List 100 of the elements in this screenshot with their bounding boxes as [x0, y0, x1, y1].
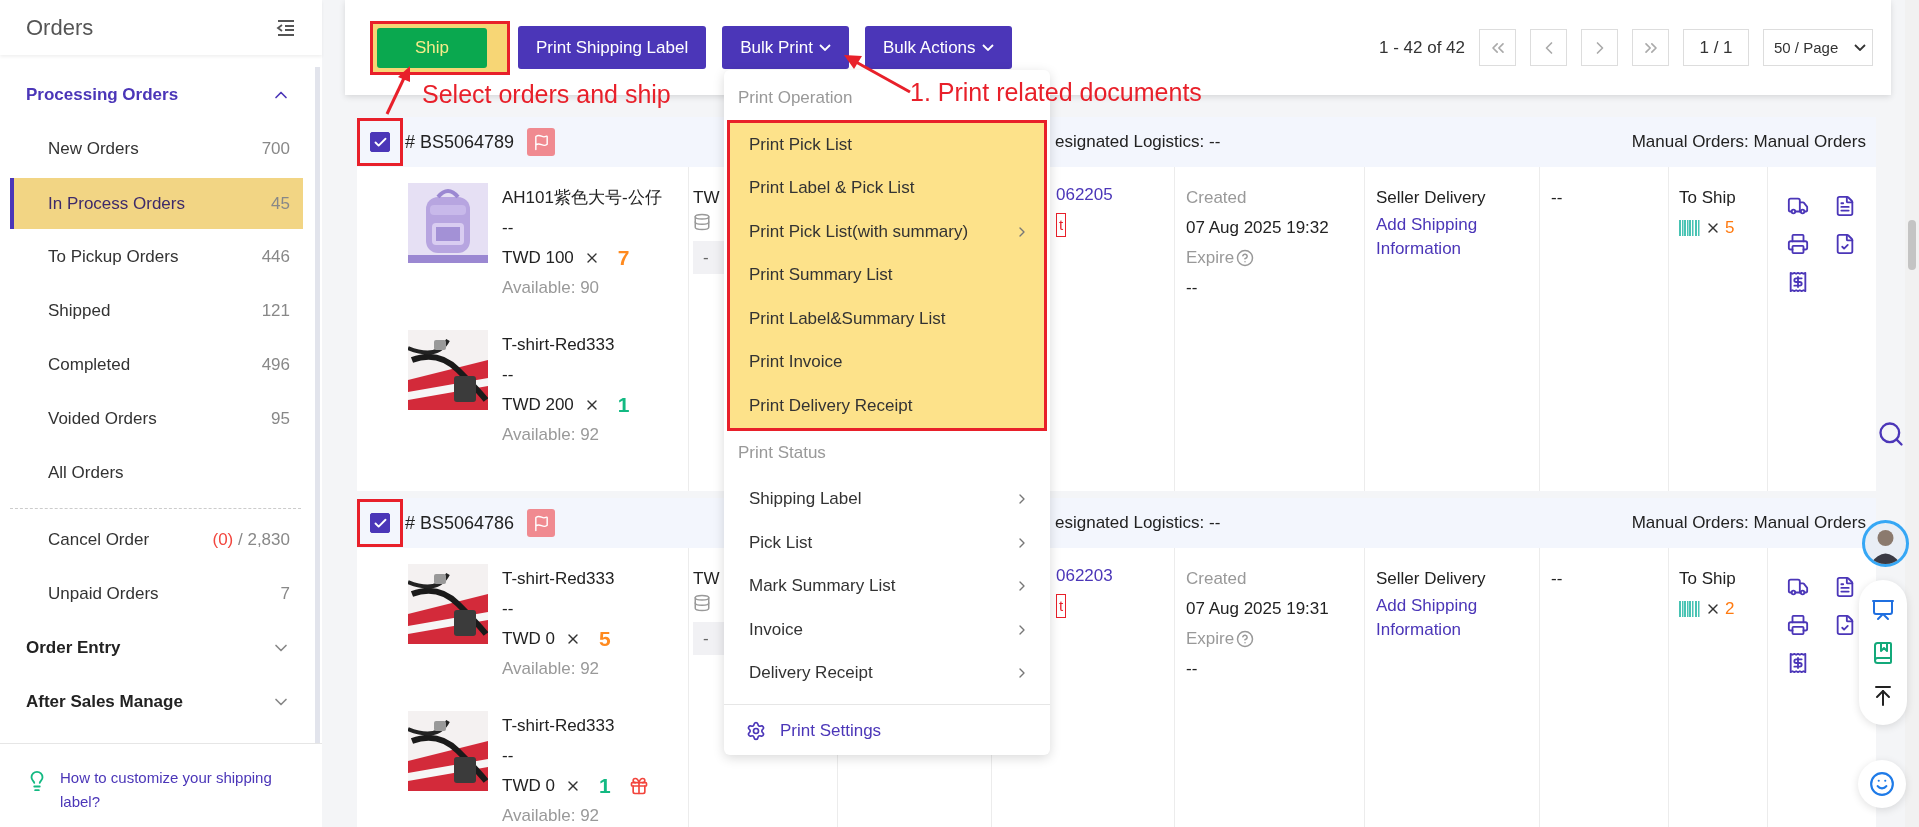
menu-item[interactable]: Mark Summary List: [730, 564, 1044, 608]
menu-item[interactable]: Shipping Label: [730, 477, 1044, 521]
chat-button[interactable]: [1858, 760, 1906, 808]
sidebar-item[interactable]: Voided Orders 95: [14, 392, 303, 446]
unit-count: 5: [1725, 217, 1735, 239]
checkbox[interactable]: [370, 132, 390, 152]
product-variant: --: [502, 217, 515, 239]
menu-item[interactable]: Print Pick List: [730, 123, 1044, 167]
reference-link[interactable]: 062205: [1056, 183, 1113, 207]
smiley-icon: [1869, 771, 1895, 797]
page-field[interactable]: 1 / 1: [1683, 29, 1749, 66]
status-tag: t: [1056, 594, 1067, 618]
reference-link[interactable]: 062203: [1056, 564, 1113, 588]
quantity: 5: [598, 626, 611, 652]
receipt-icon[interactable]: [1787, 271, 1809, 293]
menu-item[interactable]: Print Invoice: [730, 340, 1044, 384]
annotation-text: Select orders and ship: [422, 80, 671, 109]
menu-item[interactable]: Delivery Receipt: [730, 651, 1044, 695]
menu-item[interactable]: Pick List: [730, 521, 1044, 565]
order-number: # BS5064789: [405, 131, 516, 153]
available-stock: Available: 92: [502, 424, 601, 446]
sidebar-item[interactable]: Cancel Order (0) / 2,830: [14, 513, 303, 567]
expire-value: --: [1186, 658, 1198, 680]
sidebar-section[interactable]: Order Entry: [0, 621, 315, 675]
add-shipping-link[interactable]: Add Shipping Information: [1376, 594, 1539, 642]
page-size-select[interactable]: 50 / Page: [1763, 29, 1873, 66]
toolbar-button[interactable]: Print Shipping Label: [518, 26, 707, 69]
quantity: 1: [598, 773, 611, 799]
help-icon[interactable]: [1236, 630, 1255, 648]
product-variant: --: [502, 598, 515, 620]
menu-heading: Print Status: [738, 442, 826, 463]
product-price: TWD 100: [502, 247, 574, 269]
printer-icon[interactable]: [1787, 614, 1809, 636]
logistics-text: esignated Logistics: --: [1055, 513, 1221, 533]
shipping-method: Seller Delivery: [1376, 187, 1486, 209]
menu-item[interactable]: Print Label & Pick List: [730, 166, 1044, 210]
truck-icon[interactable]: [1787, 576, 1809, 598]
database-icon: [693, 213, 711, 231]
sidebar-item[interactable]: Shipped 121: [14, 284, 303, 338]
order-source: Manual Orders: Manual Orders: [1631, 513, 1867, 533]
sidebar-item[interactable]: Completed 496: [14, 338, 303, 392]
add-shipping-link[interactable]: Add Shipping Information: [1376, 213, 1539, 261]
help-icon[interactable]: [1236, 249, 1255, 267]
barcode-icon: [1679, 601, 1701, 617]
unit-count: 2: [1725, 598, 1735, 620]
menu-item[interactable]: Print Label&Summary List: [730, 297, 1044, 341]
document-icon[interactable]: [1834, 576, 1856, 598]
menu-item[interactable]: Print Pick List(with summary): [730, 210, 1044, 254]
expire-label: Expire: [1186, 247, 1235, 269]
collapse-sidebar-icon[interactable]: [276, 18, 296, 37]
menu-item[interactable]: Print Summary List: [730, 253, 1044, 297]
product-name: T-shirt-Red333: [502, 334, 616, 356]
flag-icon: [532, 133, 550, 151]
sidebar-item[interactable]: To Pickup Orders 446: [14, 230, 303, 284]
product-variant: --: [502, 364, 515, 386]
printer-icon[interactable]: [1787, 233, 1809, 255]
sidebar-item[interactable]: New Orders 700: [14, 122, 303, 176]
product-variant: --: [502, 745, 515, 767]
file-check-icon[interactable]: [1834, 614, 1856, 636]
page-range: 1 - 42 of 42: [1379, 37, 1465, 58]
sidebar-item[interactable]: All Orders: [14, 446, 303, 500]
logistics-text: esignated Logistics: --: [1055, 132, 1221, 152]
scrollbar-thumb[interactable]: [1908, 220, 1916, 270]
database-icon: [693, 594, 711, 612]
receipt-icon[interactable]: [1787, 652, 1809, 674]
created-date: 07 Aug 2025 19:31: [1186, 598, 1329, 620]
dropdown-button[interactable]: Bulk Print: [722, 26, 849, 69]
settings-icon[interactable]: [746, 721, 766, 741]
menu-item[interactable]: Print Delivery Receipt: [730, 384, 1044, 428]
document-icon[interactable]: [1834, 195, 1856, 217]
caret-icon: [818, 44, 831, 51]
help-link[interactable]: How to customize your shipping label?: [60, 766, 302, 814]
sidebar-title: Orders: [26, 14, 94, 41]
available-stock: Available: 90: [502, 277, 601, 299]
menu-item[interactable]: Invoice: [730, 608, 1044, 652]
caret-icon: [1854, 44, 1866, 51]
checkbox[interactable]: [370, 513, 390, 533]
order-status: To Ship: [1679, 187, 1736, 209]
sidebar-item[interactable]: Unpaid Orders 7: [14, 567, 303, 621]
expire-label: Expire: [1186, 628, 1235, 650]
file-check-icon[interactable]: [1834, 233, 1856, 255]
truck-icon[interactable]: [1787, 195, 1809, 217]
sidebar-section[interactable]: After Sales Manage: [0, 675, 315, 729]
caret-icon: [981, 44, 994, 51]
dropdown-button[interactable]: Bulk Actions: [864, 26, 1012, 69]
settings-link[interactable]: Print Settings: [780, 721, 882, 741]
table-cell-text: --: [1551, 187, 1563, 209]
search-icon[interactable]: [1877, 420, 1905, 448]
order-source: Manual Orders: Manual Orders: [1631, 132, 1867, 152]
book-icon[interactable]: [1871, 640, 1895, 665]
available-stock: Available: 92: [502, 805, 601, 827]
available-stock: Available: 92: [502, 658, 601, 680]
amount-text: TW: [693, 568, 720, 590]
created-date: 07 Aug 2025 19:32: [1186, 217, 1329, 239]
created-label: Created: [1186, 568, 1247, 590]
sidebar-item[interactable]: In Process Orders 45: [10, 178, 303, 229]
sidebar-section[interactable]: Processing Orders: [0, 68, 315, 122]
order-number: # BS5064786: [405, 512, 516, 534]
board-icon[interactable]: [1871, 597, 1895, 622]
product-price: TWD 0: [502, 628, 555, 650]
